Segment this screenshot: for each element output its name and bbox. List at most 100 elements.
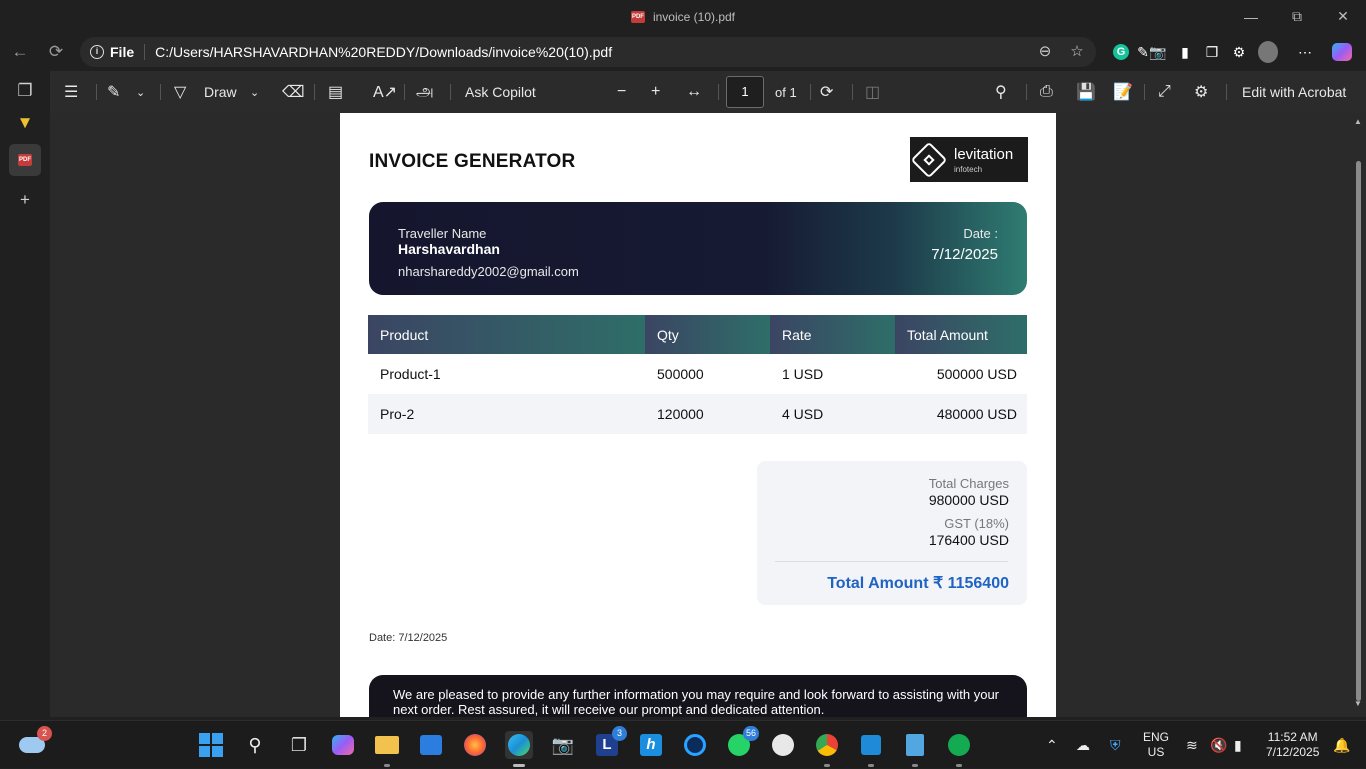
refresh-button[interactable]: ⟳ xyxy=(42,40,70,64)
settings-gear-icon[interactable]: ⚙ xyxy=(1229,42,1249,62)
scroll-down-icon[interactable]: ▼ xyxy=(1353,699,1363,708)
fullscreen-icon[interactable]: ⤢ xyxy=(1158,71,1171,113)
cell-product: Product-1 xyxy=(380,366,441,382)
favorite-star-icon[interactable]: ☆ xyxy=(1068,43,1086,61)
minimize-button[interactable]: — xyxy=(1228,0,1274,33)
grammarly-icon[interactable]: G xyxy=(1111,42,1131,62)
more-menu-icon[interactable]: ⋯ xyxy=(1295,42,1315,62)
url-text[interactable]: C:/Users/HARSHAVARDHAN%20REDDY/Downloads… xyxy=(155,44,612,60)
video-icon[interactable]: ▮ xyxy=(1175,42,1195,62)
clock[interactable]: 11:52 AM 7/12/2025 xyxy=(1266,721,1319,769)
toolbar-divider xyxy=(718,84,719,100)
fit-width-icon[interactable]: ↔ xyxy=(686,71,702,113)
highlight-icon[interactable]: ✎ xyxy=(107,71,120,113)
company-logo: levitation infotech xyxy=(910,137,1028,182)
toolbar-divider xyxy=(1026,84,1027,100)
rotate-icon[interactable]: ⟳ xyxy=(820,71,833,113)
total-charges-value: 980000 USD xyxy=(928,492,1009,508)
table-row: Pro-2 120000 4 USD 480000 USD xyxy=(368,394,1027,434)
taskbar: 2 ⚲ ❐ 📷 L3 h 56 ⌃ ☁ ⛨ ENG US ≋ 🔇 ▮ 11:52… xyxy=(0,720,1366,768)
products-table: Product Qty Rate Total Amount Product-1 … xyxy=(368,315,1027,434)
page-number-input[interactable]: 1 xyxy=(726,76,764,108)
toolbar-divider xyxy=(1226,84,1227,100)
restore-button[interactable]: ⧉ xyxy=(1274,0,1320,33)
page-view-icon[interactable]: ◫ xyxy=(865,71,880,113)
notifications-bell-icon[interactable]: 🔔 xyxy=(1333,721,1350,769)
read-aloud-icon[interactable]: A↗ xyxy=(373,71,397,113)
onedrive-icon[interactable]: ☁ xyxy=(1076,721,1090,769)
profile-avatar[interactable] xyxy=(1258,41,1278,63)
contents-list-icon[interactable]: ☰ xyxy=(64,71,78,113)
zoom-out-icon[interactable]: − xyxy=(617,71,626,113)
cell-rate: 4 USD xyxy=(782,406,824,422)
notepad-icon[interactable] xyxy=(901,731,929,767)
edge-icon[interactable] xyxy=(505,731,533,767)
defender-icon[interactable]: ⛨ xyxy=(1110,721,1121,769)
tray-chevron-icon[interactable]: ⌃ xyxy=(1046,721,1058,769)
copilot-icon[interactable] xyxy=(1332,42,1352,62)
print-icon[interactable]: ⎙ xyxy=(1040,71,1053,113)
vertical-tab-pdf-icon[interactable]: PDF xyxy=(9,144,41,176)
logo-subtitle: infotech xyxy=(954,164,983,174)
invoice-title: INVOICE GENERATOR xyxy=(369,151,576,172)
webex-icon[interactable] xyxy=(681,731,709,759)
firefox-icon[interactable] xyxy=(461,731,489,759)
chrome-icon[interactable] xyxy=(813,731,841,767)
tab-actions-icon[interactable]: ❐ xyxy=(9,75,41,107)
info-icon[interactable]: i xyxy=(90,45,104,59)
language-indicator[interactable]: ENG US xyxy=(1143,721,1169,769)
zoom-icon[interactable]: ⊖ xyxy=(1036,43,1054,61)
total-charges-label: Total Charges xyxy=(928,476,1009,491)
weather-icon[interactable]: 2 xyxy=(18,726,52,759)
window-icon[interactable]: ❐ xyxy=(1202,42,1222,62)
pdf-settings-gear-icon[interactable]: ⚙ xyxy=(1194,71,1208,113)
contacts-app-icon[interactable] xyxy=(769,731,797,759)
vertical-scrollbar[interactable]: ▲ ▼ xyxy=(1350,113,1366,717)
add-text-icon[interactable]: ▤ xyxy=(328,71,343,113)
scroll-thumb[interactable] xyxy=(1356,161,1361,701)
cell-qty: 500000 xyxy=(657,366,704,382)
scroll-up-icon[interactable]: ▲ xyxy=(1353,117,1363,126)
eraser-icon[interactable]: ⌫ xyxy=(282,71,305,113)
table-header: Product Qty Rate Total Amount xyxy=(368,315,1027,354)
save-icon[interactable]: 💾 xyxy=(1076,71,1096,113)
search-icon[interactable]: ⚲ xyxy=(995,71,1007,113)
draw-dropdown-icon[interactable]: ⌄ xyxy=(250,71,259,113)
vscode-icon[interactable] xyxy=(857,731,885,767)
cell-product: Pro-2 xyxy=(380,406,415,422)
l-app-icon[interactable]: L3 xyxy=(593,726,627,759)
battery-icon[interactable]: ▮ xyxy=(1234,721,1242,769)
draw-pen-icon[interactable]: ▽ xyxy=(174,71,186,113)
save-as-icon[interactable]: 📝 xyxy=(1113,71,1133,113)
wifi-icon[interactable]: ≋ xyxy=(1186,721,1198,769)
new-tab-plus-icon[interactable]: + xyxy=(9,184,41,216)
task-view-icon[interactable]: ❐ xyxy=(285,731,313,759)
search-taskbar-icon[interactable]: ⚲ xyxy=(241,731,269,759)
edit-with-acrobat-button[interactable]: Edit with Acrobat xyxy=(1242,71,1346,113)
microsoft-store-icon[interactable] xyxy=(417,731,445,759)
close-button[interactable]: ✕ xyxy=(1320,0,1366,33)
copilot-taskbar-icon[interactable] xyxy=(329,731,357,759)
start-windows-icon[interactable] xyxy=(197,731,225,759)
whatsapp-badge: 56 xyxy=(742,726,759,741)
traveller-name: Harshavardhan xyxy=(398,241,500,257)
column-header-qty: Qty xyxy=(645,315,770,354)
vertical-tab-app-icon[interactable]: ▼ xyxy=(9,107,41,139)
file-explorer-icon[interactable] xyxy=(373,731,401,767)
translate-icon[interactable]: அ xyxy=(416,71,434,113)
zoom-in-icon[interactable]: + xyxy=(651,71,660,113)
camera-icon[interactable]: 📷 xyxy=(1148,42,1168,62)
whatsapp-icon[interactable]: 56 xyxy=(725,726,759,759)
ask-copilot-button[interactable]: Ask Copilot xyxy=(465,71,536,113)
highlight-dropdown-icon[interactable]: ⌄ xyxy=(136,71,145,113)
h-app-icon[interactable]: h xyxy=(637,731,665,759)
gst-value: 176400 USD xyxy=(928,532,1009,548)
back-button[interactable]: ← xyxy=(6,40,34,64)
address-bar[interactable]: i File C:/Users/HARSHAVARDHAN%20REDDY/Do… xyxy=(80,37,1096,67)
mute-speaker-icon[interactable]: 🔇 xyxy=(1210,721,1227,769)
camera-app-icon[interactable]: 📷 xyxy=(549,731,577,759)
summary-box: Total Charges 980000 USD GST (18%) 17640… xyxy=(757,461,1027,605)
mongodb-icon[interactable] xyxy=(945,731,973,767)
toolbar-divider xyxy=(852,84,853,100)
draw-button[interactable]: Draw xyxy=(204,71,237,113)
